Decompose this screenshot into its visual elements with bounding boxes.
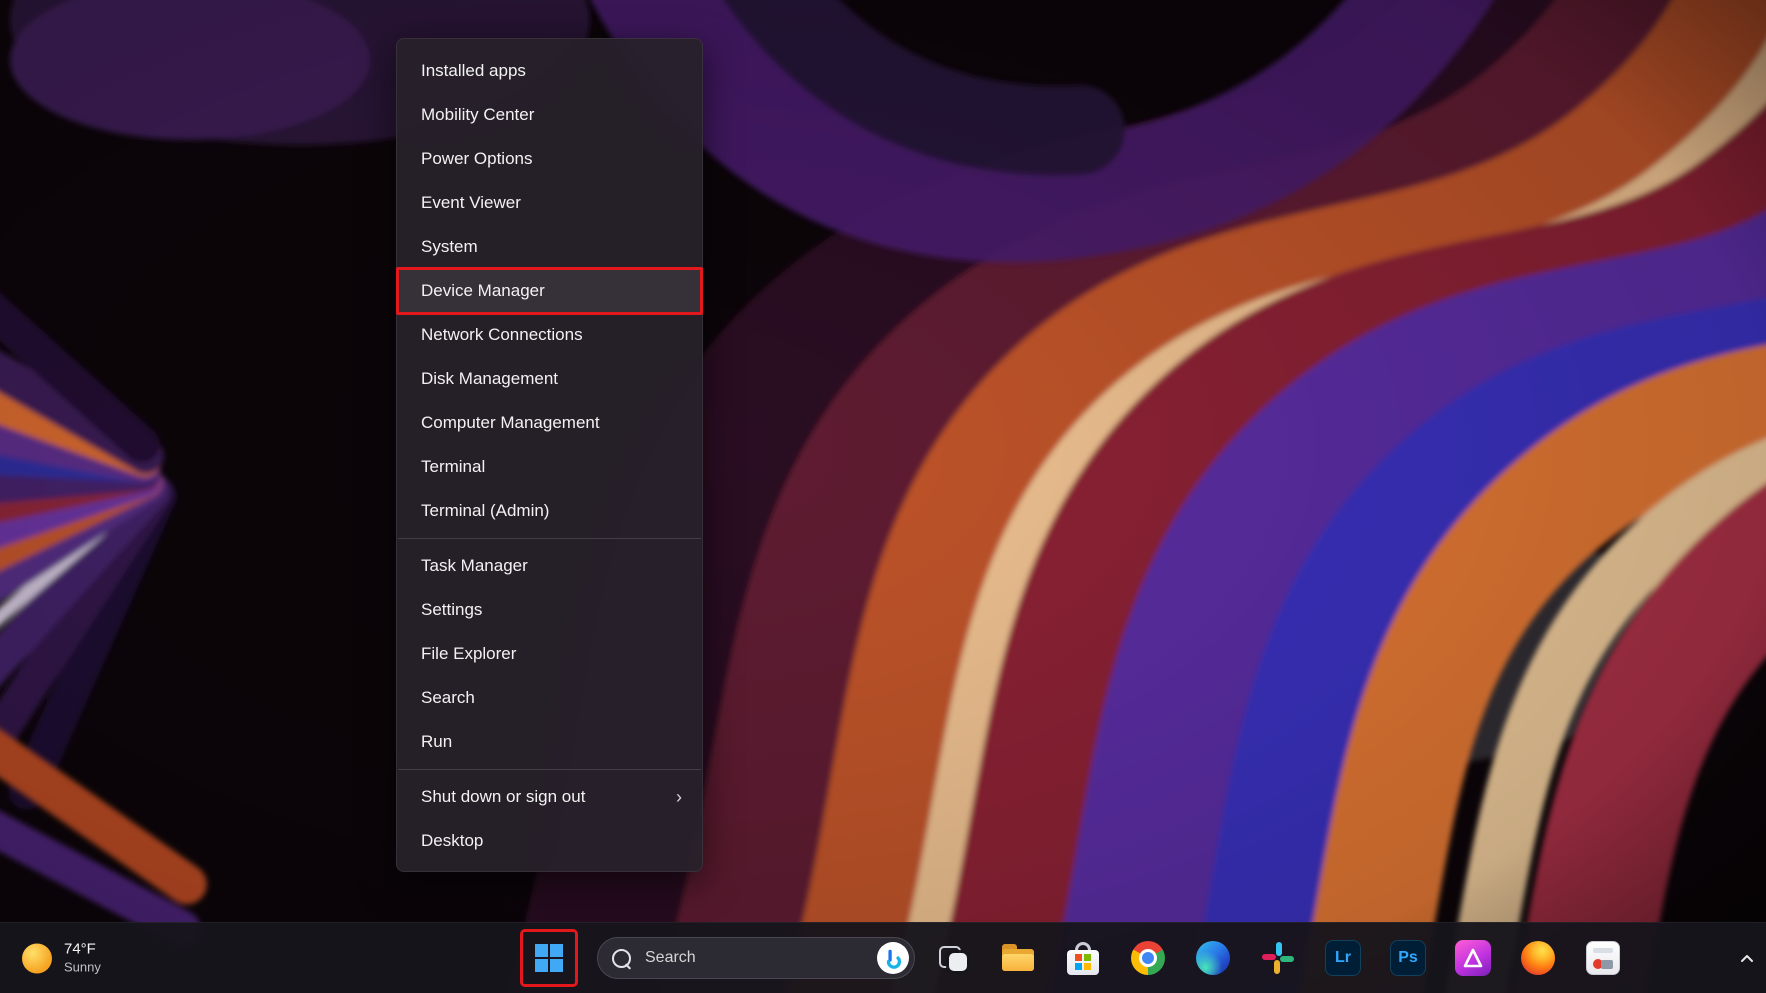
lightroom-button[interactable]: Lr bbox=[1319, 934, 1367, 982]
microsoft-store-button[interactable] bbox=[1059, 934, 1107, 982]
menu-item-label: Power Options bbox=[421, 149, 533, 168]
menu-item-file-explorer[interactable]: File Explorer bbox=[397, 632, 702, 676]
chevron-right-icon: › bbox=[676, 787, 682, 807]
menu-item-label: Mobility Center bbox=[421, 105, 535, 124]
task-view-icon bbox=[936, 941, 970, 975]
weather-temperature: 74°F bbox=[64, 940, 96, 958]
slack-button[interactable] bbox=[1254, 934, 1302, 982]
start-button[interactable] bbox=[524, 933, 574, 983]
menu-item-label: Settings bbox=[421, 600, 483, 619]
menu-item-label: Run bbox=[421, 732, 453, 751]
desktop: Installed apps Mobility Center Power Opt… bbox=[0, 0, 1766, 993]
screen-recorder-button[interactable] bbox=[1579, 934, 1627, 982]
menu-item-terminal-admin[interactable]: Terminal (Admin) bbox=[397, 489, 702, 533]
chrome-button[interactable] bbox=[1124, 934, 1172, 982]
firefox-button[interactable] bbox=[1514, 934, 1562, 982]
menu-item-terminal[interactable]: Terminal bbox=[397, 445, 702, 489]
menu-item-run[interactable]: Run bbox=[397, 720, 702, 764]
menu-item-label: Event Viewer bbox=[421, 193, 521, 212]
menu-item-label: Device Manager bbox=[421, 281, 545, 300]
menu-item-device-manager[interactable]: Device Manager bbox=[396, 267, 703, 315]
weather-widget-button[interactable]: 74°F Sunny bbox=[14, 937, 109, 980]
menu-item-event-viewer[interactable]: Event Viewer bbox=[397, 181, 702, 225]
weather-text: 74°F Sunny bbox=[64, 941, 101, 976]
sun-icon bbox=[22, 943, 52, 973]
menu-item-desktop[interactable]: Desktop bbox=[397, 819, 702, 863]
menu-item-label: File Explorer bbox=[421, 644, 517, 663]
taskbar: 74°F Sunny Search Lr Ps bbox=[0, 922, 1766, 993]
folder-icon bbox=[1001, 943, 1035, 973]
menu-item-installed-apps[interactable]: Installed apps bbox=[397, 49, 702, 93]
edge-button[interactable] bbox=[1189, 934, 1237, 982]
menu-item-label: Network Connections bbox=[421, 325, 583, 344]
edge-icon bbox=[1196, 941, 1230, 975]
menu-item-label: Disk Management bbox=[421, 369, 559, 388]
search-icon bbox=[612, 948, 631, 968]
quick-link-menu: Installed apps Mobility Center Power Opt… bbox=[396, 38, 703, 872]
menu-item-search[interactable]: Search bbox=[397, 676, 702, 720]
bing-logo bbox=[886, 949, 902, 969]
photoshop-button[interactable]: Ps bbox=[1384, 934, 1432, 982]
store-bag-icon bbox=[1067, 941, 1099, 975]
slack-icon bbox=[1262, 942, 1294, 974]
menu-item-mobility-center[interactable]: Mobility Center bbox=[397, 93, 702, 137]
menu-item-disk-management[interactable]: Disk Management bbox=[397, 357, 702, 401]
menu-item-settings[interactable]: Settings bbox=[397, 588, 702, 632]
photoshop-icon: Ps bbox=[1390, 940, 1426, 976]
menu-separator bbox=[398, 538, 701, 539]
task-view-button[interactable] bbox=[929, 934, 977, 982]
affinity-photo-icon bbox=[1455, 940, 1491, 976]
menu-item-label: System bbox=[421, 237, 478, 256]
search-input[interactable] bbox=[643, 948, 877, 968]
start-button-area bbox=[520, 929, 578, 987]
menu-item-label: Terminal (Admin) bbox=[421, 501, 550, 520]
menu-item-label: Installed apps bbox=[421, 61, 526, 80]
hidden-icons-chevron[interactable] bbox=[1734, 943, 1760, 973]
menu-item-power-options[interactable]: Power Options bbox=[397, 137, 702, 181]
menu-item-label: Task Manager bbox=[421, 556, 528, 575]
menu-item-network-connections[interactable]: Network Connections bbox=[397, 313, 702, 357]
menu-item-shut-down-or-sign-out[interactable]: Shut down or sign out › bbox=[397, 775, 702, 819]
menu-item-label: Desktop bbox=[421, 831, 484, 850]
menu-item-computer-management[interactable]: Computer Management bbox=[397, 401, 702, 445]
file-explorer-button[interactable] bbox=[994, 934, 1042, 982]
pinned-apps: Lr Ps bbox=[929, 934, 1627, 982]
firefox-icon bbox=[1521, 941, 1555, 975]
menu-item-label: Search bbox=[421, 688, 475, 707]
menu-item-system[interactable]: System bbox=[397, 225, 702, 269]
menu-item-task-manager[interactable]: Task Manager bbox=[397, 544, 702, 588]
windows-logo-icon bbox=[535, 944, 563, 972]
affinity-photo-button[interactable] bbox=[1449, 934, 1497, 982]
desktop-wallpaper bbox=[0, 0, 1766, 993]
photoshop-label: Ps bbox=[1398, 949, 1418, 966]
lightroom-icon: Lr bbox=[1325, 940, 1361, 976]
bing-icon[interactable] bbox=[877, 942, 909, 974]
menu-item-label: Terminal bbox=[421, 457, 486, 476]
menu-separator bbox=[398, 769, 701, 770]
screen-recorder-icon bbox=[1586, 941, 1620, 975]
chevron-up-icon bbox=[1741, 954, 1753, 962]
weather-condition: Sunny bbox=[64, 959, 101, 975]
chrome-icon bbox=[1131, 941, 1165, 975]
menu-item-label: Computer Management bbox=[421, 413, 600, 432]
search-box[interactable] bbox=[597, 937, 915, 979]
lightroom-label: Lr bbox=[1335, 949, 1351, 966]
menu-item-label: Shut down or sign out bbox=[421, 787, 586, 806]
